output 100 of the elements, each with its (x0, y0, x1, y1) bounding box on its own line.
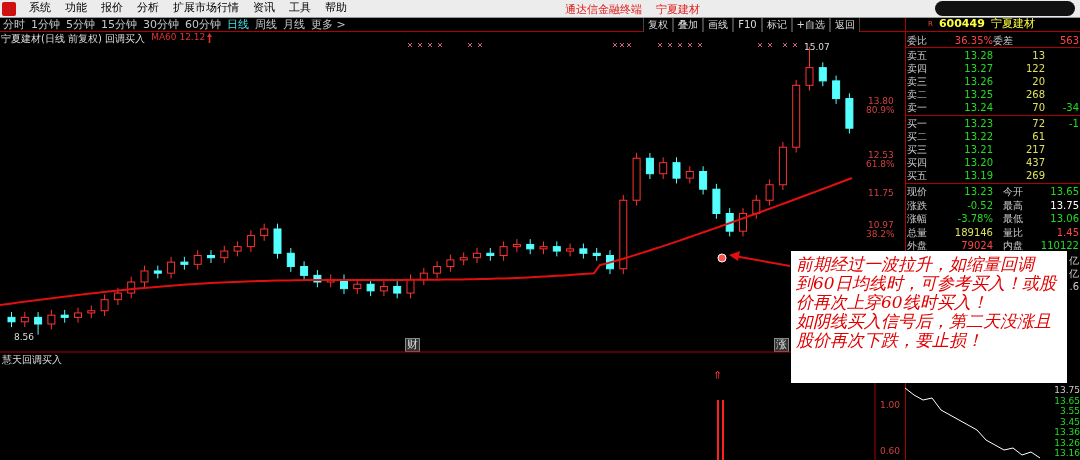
order-volume: 122 (1024, 62, 1045, 75)
menu-item[interactable]: 帮助 (320, 0, 352, 17)
row-label: 最高 (1003, 198, 1024, 212)
high-price-label: 15.07 (804, 42, 830, 52)
row-label: 外盘 (907, 239, 928, 253)
candlestick (778, 141, 787, 191)
candlestick (526, 238, 535, 255)
order-volume: 268 (1024, 88, 1045, 101)
row-label: 委比 (907, 33, 928, 47)
candlestick (180, 256, 189, 271)
period-tab[interactable]: 分时 (0, 18, 28, 31)
row-label: 买一 (907, 117, 928, 130)
stock-name: 宁夏建材 (990, 16, 1035, 33)
row-label: 卖二 (907, 88, 928, 101)
candlestick (100, 293, 109, 317)
candlestick (699, 165, 708, 195)
order-volume: 61 (1031, 130, 1045, 143)
candlestick (34, 311, 43, 336)
candlestick (473, 247, 481, 264)
quote-value: 13.65 (1049, 185, 1079, 199)
price-level-label: 13.80 (868, 97, 894, 106)
low-price-label: 8.56 (14, 332, 35, 342)
candlestick (260, 223, 269, 242)
mini-axis-label: 13.26 (1054, 437, 1080, 448)
row-label: 涨跌 (907, 198, 928, 212)
row-label: 买三 (907, 143, 928, 156)
row-label: 卖三 (907, 75, 928, 88)
candlestick (87, 304, 96, 319)
candlestick (60, 309, 69, 324)
indicator-axis-label: 1.00 (880, 400, 901, 410)
stock-title: 宁夏建材 (656, 2, 700, 18)
event-marker[interactable]: 涨 (774, 338, 789, 352)
quote-value: 189146 (953, 225, 993, 239)
menu-item[interactable]: 报价 (96, 0, 128, 17)
menu-item[interactable]: 工具 (284, 0, 316, 17)
mini-axis-label: 3.45 (1058, 416, 1080, 427)
indicator-axis-label: 0.60 (880, 446, 901, 456)
menu-item[interactable]: 系统 (24, 0, 56, 17)
period-tab[interactable]: 60分钟 (182, 18, 224, 31)
candlestick (220, 245, 229, 264)
candlestick (313, 269, 322, 288)
event-marker[interactable]: 财 (405, 338, 420, 352)
app-title: 通达信金融终端 (565, 2, 642, 18)
buy-point-icon (717, 253, 727, 263)
row-label: 买五 (907, 169, 928, 182)
candlestick (326, 274, 335, 288)
candlestick (672, 156, 681, 184)
mini-axis-label: 13.75 (1054, 385, 1080, 396)
candlestick (140, 265, 149, 288)
order-price: 13.22 (963, 130, 993, 143)
candlestick (486, 247, 495, 262)
period-tab[interactable]: 周线 (252, 18, 280, 31)
ma-label: MA60 12.12 (151, 31, 206, 45)
period-tab[interactable]: 15分钟 (98, 18, 140, 31)
candlestick (499, 240, 508, 262)
candlestick (340, 274, 348, 295)
candlestick (752, 194, 761, 220)
period-tab[interactable]: 30分钟 (140, 18, 182, 31)
row-label: 委差 (993, 33, 1014, 47)
candlestick (632, 152, 641, 207)
candlestick (74, 307, 82, 324)
mini-axis-label: 13.65 (1054, 395, 1080, 406)
mini-axis-label: 13.36 (1054, 427, 1080, 438)
menu-item[interactable]: 资讯 (248, 0, 280, 17)
stock-code: 600449 (938, 16, 985, 33)
order-volume: 269 (1024, 169, 1045, 182)
ratio-value: 36.35% (953, 33, 993, 47)
row-label: 卖五 (907, 49, 928, 62)
candlestick (113, 287, 122, 306)
candlestick (273, 223, 282, 260)
order-price: 13.26 (963, 75, 993, 88)
candlestick (845, 92, 854, 134)
candlestick (606, 249, 614, 275)
candlestick (539, 240, 548, 255)
indicator-bar (717, 400, 719, 460)
period-tab[interactable]: 月线 (280, 18, 308, 31)
row-label: 总量 (907, 225, 928, 239)
candlestick (685, 165, 694, 184)
row-label: 卖四 (907, 62, 928, 75)
candlestick (366, 278, 375, 297)
period-tab[interactable]: 5分钟 (63, 18, 98, 31)
ratio-label: 61.8% (866, 160, 895, 169)
order-price: 13.24 (963, 101, 993, 114)
row-label: 内盘 (1003, 239, 1024, 253)
candlestick (167, 256, 176, 279)
candlestick (393, 280, 402, 299)
menu-item[interactable]: 分析 (132, 0, 164, 17)
candlestick (832, 75, 841, 105)
note-line: 股价再次下跌，要止损！ (796, 331, 984, 350)
note-line: 如阴线买入信号后，第二天没涨且 (796, 312, 1052, 331)
period-tab[interactable]: 更多 > (308, 18, 349, 31)
menu-item[interactable]: 扩展市场行情 (168, 0, 244, 17)
period-tab[interactable]: 日线 (224, 18, 252, 31)
period-tab[interactable]: 1分钟 (28, 18, 63, 31)
order-volume: 437 (1024, 156, 1045, 169)
order-volume: 72 (1031, 117, 1045, 130)
quote-value: 13.23 (963, 185, 993, 199)
order-volume: 20 (1031, 75, 1045, 88)
menu-item[interactable]: 功能 (60, 0, 92, 17)
row-label: 买四 (907, 156, 928, 169)
